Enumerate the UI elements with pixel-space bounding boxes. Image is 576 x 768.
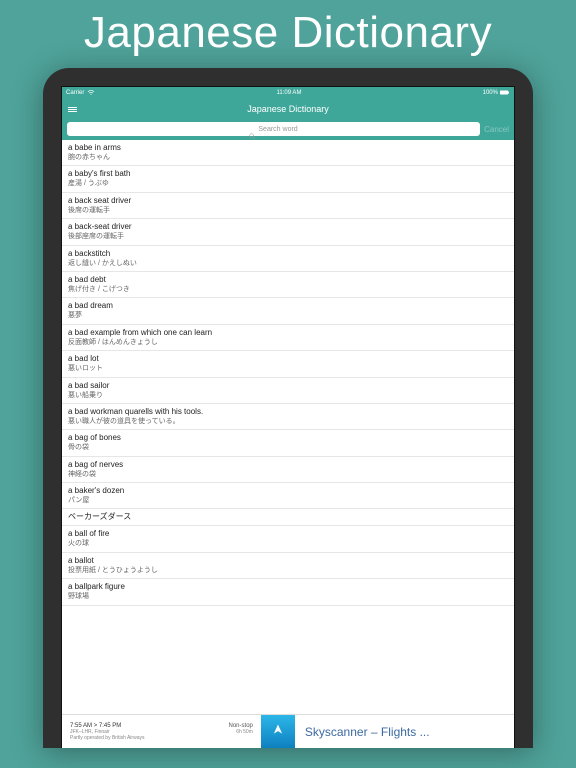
entry-english: a ballot <box>68 556 508 566</box>
list-item[interactable]: a bad lot悪いロット <box>62 351 514 377</box>
list-item[interactable]: a bag of nerves神経の袋 <box>62 457 514 483</box>
entry-japanese: 返し縫い / かえしぬい <box>68 260 508 268</box>
entry-japanese: 悪夢 <box>68 312 508 320</box>
hero-banner: Japanese Dictionary <box>0 0 576 64</box>
list-item[interactable]: a bad sailor悪い船乗り <box>62 378 514 404</box>
ad-title: Skyscanner – Flights ... <box>295 725 514 739</box>
entry-english: a back-seat driver <box>68 222 508 232</box>
menu-icon[interactable] <box>68 107 77 112</box>
wifi-icon <box>87 90 95 97</box>
entry-english: a bad workman quarells with his tools. <box>68 407 508 417</box>
list-item[interactable]: a bad dream悪夢 <box>62 298 514 324</box>
battery-pct: 100% <box>483 90 498 96</box>
list-item[interactable]: a ballpark figure野球場 <box>62 579 514 605</box>
entry-japanese: 焦げ付き / こげつき <box>68 286 508 294</box>
entry-english: a back seat driver <box>68 196 508 206</box>
list-item[interactable]: ベーカーズダース <box>62 509 514 526</box>
entry-japanese: 悪い職人が彼の道具を使っている。 <box>68 418 508 426</box>
list-item[interactable]: a ballot投票用紙 / とうひょうようし <box>62 553 514 579</box>
entry-japanese: 後部座席の運転手 <box>68 233 508 241</box>
entry-english: a bad example from which one can learn <box>68 328 508 338</box>
entry-list[interactable]: a babe in arms腕の赤ちゃんa baby's first bath産… <box>62 140 514 606</box>
list-item[interactable]: a bad workman quarells with his tools.悪い… <box>62 404 514 430</box>
entry-english: a ball of fire <box>68 529 508 539</box>
entry-english: a ballpark figure <box>68 582 508 592</box>
battery-icon <box>500 90 510 97</box>
ad-duration: 6h 50m <box>229 729 253 735</box>
entry-japanese: 悪いロット <box>68 365 508 373</box>
ad-banner[interactable]: 7:55 AM > 7:45 PM JFK–LHR, Finnair Partl… <box>62 714 514 748</box>
entry-english: a baker's dozen <box>68 486 508 496</box>
list-item[interactable]: a babe in arms腕の赤ちゃん <box>62 140 514 166</box>
cancel-button[interactable]: Cancel <box>484 125 509 134</box>
list-item[interactable]: a bag of bones骨の袋 <box>62 430 514 456</box>
entry-english: a backstitch <box>68 249 508 259</box>
carrier-label: Carrier <box>66 90 84 96</box>
status-bar: Carrier 11:09 AM 100% <box>62 87 514 99</box>
status-time: 11:09 AM <box>277 90 302 96</box>
search-row: Search word Cancel <box>62 119 514 140</box>
entry-english: a bad lot <box>68 354 508 364</box>
tablet-frame: Carrier 11:09 AM 100% Japanese Dictionar… <box>43 68 533 748</box>
search-icon <box>249 126 255 132</box>
entry-japanese: 反面教師 / はんめんきょうし <box>68 339 508 347</box>
entry-japanese: 野球場 <box>68 593 508 601</box>
entry-english: a bad dream <box>68 301 508 311</box>
entry-japanese: 悪い船乗り <box>68 392 508 400</box>
entry-japanese: ベーカーズダース <box>68 512 508 522</box>
skyscanner-logo-icon <box>261 715 295 749</box>
list-item[interactable]: a baker's dozenパン屋 <box>62 483 514 509</box>
list-item[interactable]: a back seat driver後席の運転手 <box>62 193 514 219</box>
ad-nonstop: Non-stop <box>229 723 253 729</box>
list-item[interactable]: a backstitch返し縫い / かえしぬい <box>62 246 514 272</box>
ad-flight-info: 7:55 AM > 7:45 PM JFK–LHR, Finnair Partl… <box>62 720 261 744</box>
tablet-screen: Carrier 11:09 AM 100% Japanese Dictionar… <box>61 86 515 748</box>
entry-english: a bad debt <box>68 275 508 285</box>
list-item[interactable]: a baby's first bath産湯 / うぶゆ <box>62 166 514 192</box>
entry-japanese: 腕の赤ちゃん <box>68 154 508 162</box>
nav-bar: Japanese Dictionary <box>62 99 514 119</box>
ad-operated: Partly operated by British Airways <box>70 735 144 741</box>
hero-title: Japanese Dictionary <box>0 8 576 58</box>
entry-japanese: パン屋 <box>68 497 508 505</box>
entry-japanese: 投票用紙 / とうひょうようし <box>68 567 508 575</box>
list-item[interactable]: a ball of fire火の球 <box>62 526 514 552</box>
entry-japanese: 後席の運転手 <box>68 207 508 215</box>
entry-english: a bad sailor <box>68 381 508 391</box>
entry-english: a babe in arms <box>68 143 508 153</box>
list-item[interactable]: a bad debt焦げ付き / こげつき <box>62 272 514 298</box>
list-item[interactable]: a back-seat driver後部座席の運転手 <box>62 219 514 245</box>
entry-english: a baby's first bath <box>68 169 508 179</box>
search-placeholder: Search word <box>258 126 297 133</box>
list-item[interactable]: a bad example from which one can learn反面… <box>62 325 514 351</box>
entry-english: a bag of nerves <box>68 460 508 470</box>
entry-japanese: 骨の袋 <box>68 444 508 452</box>
entry-english: a bag of bones <box>68 433 508 443</box>
entry-japanese: 神経の袋 <box>68 471 508 479</box>
entry-japanese: 火の球 <box>68 540 508 548</box>
nav-title: Japanese Dictionary <box>247 104 329 114</box>
entry-japanese: 産湯 / うぶゆ <box>68 180 508 188</box>
search-input[interactable]: Search word <box>67 122 480 136</box>
